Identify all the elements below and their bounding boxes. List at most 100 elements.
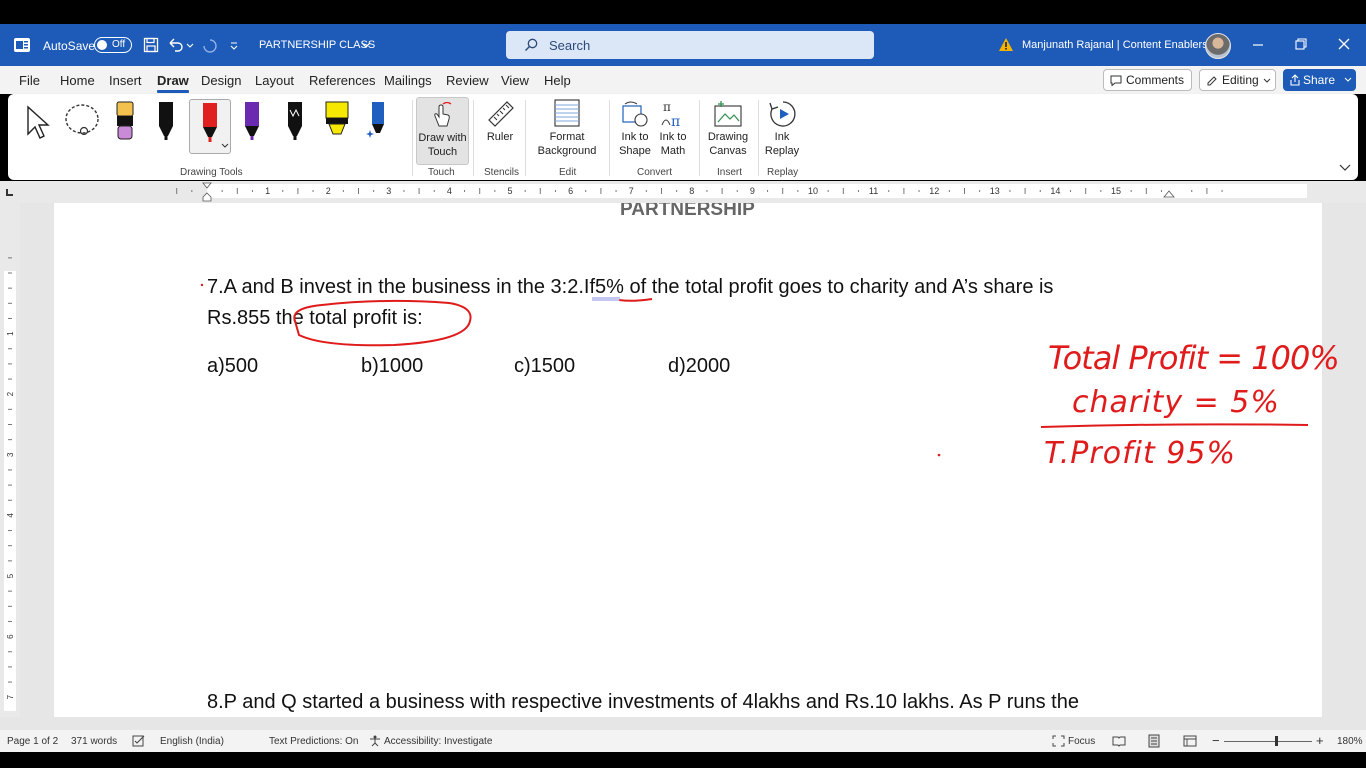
tab-layout[interactable]: Layout xyxy=(255,73,294,88)
accessibility-status[interactable]: Accessibility: Investigate xyxy=(384,736,492,747)
pen-black-icon[interactable] xyxy=(155,100,177,142)
pen-red-icon xyxy=(203,103,217,142)
pen-blue-sparkle-icon[interactable] xyxy=(366,100,390,142)
svg-text:π: π xyxy=(663,100,671,114)
ink-replay-label-1[interactable]: Ink xyxy=(762,130,802,144)
text-predictions[interactable]: Text Predictions: On xyxy=(269,736,358,747)
ruler-icon[interactable] xyxy=(486,100,516,128)
ink-to-math-label-2[interactable]: Math xyxy=(653,144,693,158)
eraser-pen-icon[interactable] xyxy=(114,100,136,142)
pen-galaxy-icon[interactable] xyxy=(284,100,306,142)
web-layout-icon[interactable] xyxy=(1183,735,1197,747)
title-bar: AutoSave Off PARTNERSHIP CLASS Search Ma… xyxy=(0,24,1366,66)
ink-circle-around-total-profit xyxy=(293,299,472,347)
undo-icon[interactable] xyxy=(167,37,195,53)
minimize-icon[interactable] xyxy=(1252,39,1264,51)
ink-divider-line xyxy=(1040,423,1309,428)
tab-view[interactable]: View xyxy=(501,73,529,88)
pen-purple-icon[interactable] xyxy=(241,100,263,142)
tab-references[interactable]: References xyxy=(309,73,375,88)
ink-to-shape-icon[interactable] xyxy=(621,100,649,128)
tab-draw[interactable]: Draw xyxy=(157,73,189,93)
format-background-icon[interactable] xyxy=(554,99,580,127)
ink-to-shape-label-1[interactable]: Ink to xyxy=(615,130,655,144)
tab-review[interactable]: Review xyxy=(446,73,489,88)
document-title[interactable]: PARTNERSHIP CLASS xyxy=(259,39,375,51)
ruler-number: 6 xyxy=(568,186,573,196)
ruler-number: 4 xyxy=(6,513,15,518)
share-button[interactable]: Share xyxy=(1283,69,1356,91)
restore-icon[interactable] xyxy=(1295,38,1307,50)
tab-help[interactable]: Help xyxy=(544,73,571,88)
ink-to-math-icon[interactable]: π π xyxy=(660,99,686,129)
draw-with-touch-button[interactable]: Draw with Touch xyxy=(416,97,469,165)
pen-red-selected[interactable] xyxy=(189,99,231,154)
ink-replay-icon[interactable] xyxy=(768,99,798,129)
search-box[interactable]: Search xyxy=(506,31,874,59)
tab-insert[interactable]: Insert xyxy=(109,73,142,88)
word-count[interactable]: 371 words xyxy=(71,736,117,747)
ink-replay-label-2[interactable]: Replay xyxy=(762,144,802,158)
language[interactable]: English (India) xyxy=(160,736,224,747)
focus-label[interactable]: Focus xyxy=(1068,736,1095,747)
pencil-icon xyxy=(1207,76,1217,86)
zoom-slider-track[interactable] xyxy=(1224,741,1312,742)
tab-design[interactable]: Design xyxy=(201,73,241,88)
tab-file[interactable]: File xyxy=(19,73,40,88)
chevron-down-icon xyxy=(221,143,229,148)
right-indent-marker-icon[interactable] xyxy=(1163,189,1175,201)
comments-button[interactable]: Comments xyxy=(1103,69,1192,91)
collapse-ribbon-icon[interactable] xyxy=(1339,164,1351,172)
indent-marker-icon[interactable] xyxy=(201,181,213,203)
vertical-ruler[interactable]: 1 2 3 4 5 6 7 xyxy=(0,203,20,717)
chevron-down-icon xyxy=(1344,77,1352,82)
zoom-slider-thumb[interactable] xyxy=(1275,736,1278,746)
tab-home[interactable]: Home xyxy=(60,73,95,88)
tab-mailings[interactable]: Mailings xyxy=(384,73,432,88)
format-background-label-1[interactable]: Format xyxy=(527,130,607,144)
print-layout-icon[interactable] xyxy=(1147,734,1161,748)
ink-to-shape-label-2[interactable]: Shape xyxy=(615,144,655,158)
accessibility-icon[interactable] xyxy=(369,735,381,747)
drawing-canvas-icon[interactable] xyxy=(713,100,743,128)
proofing-icon[interactable] xyxy=(132,735,146,747)
zoom-level[interactable]: 180% xyxy=(1337,736,1363,747)
group-separator xyxy=(609,100,610,176)
editing-mode-button[interactable]: Editing xyxy=(1199,69,1276,91)
autosave-toggle[interactable]: Off xyxy=(94,37,132,53)
toggle-knob xyxy=(97,40,107,50)
ruler-number: 11 xyxy=(869,186,878,196)
drawing-canvas-label-2[interactable]: Canvas xyxy=(702,144,754,158)
redo-icon[interactable] xyxy=(201,37,219,53)
read-mode-icon[interactable] xyxy=(1112,735,1126,747)
customize-toolbar-icon[interactable] xyxy=(229,40,239,50)
ink-to-math-label-1[interactable]: Ink to xyxy=(653,130,693,144)
document-page[interactable]: PARTNERSHIP 7.A and B invest in the busi… xyxy=(54,203,1340,717)
ruler-label[interactable]: Ruler xyxy=(480,130,520,144)
highlighter-yellow-icon[interactable] xyxy=(323,100,351,142)
lasso-select-icon[interactable] xyxy=(63,102,103,140)
warning-icon[interactable] xyxy=(998,37,1014,52)
group-separator xyxy=(473,100,474,176)
group-separator xyxy=(699,100,700,176)
focus-icon[interactable] xyxy=(1052,735,1065,747)
horizontal-ruler[interactable]: 1 2 3 4 5 6 7 8 9 10 11 12 13 14 15 xyxy=(0,181,1366,203)
zoom-in-button[interactable]: + xyxy=(1316,733,1324,748)
close-icon[interactable] xyxy=(1338,38,1350,50)
format-background-label-2[interactable]: Background xyxy=(527,144,607,158)
drawing-canvas-label-1[interactable]: Drawing xyxy=(702,130,754,144)
ink-dot xyxy=(200,283,204,287)
user-name[interactable]: Manjunath Rajanal | Content Enablers xyxy=(1022,39,1208,51)
chevron-down-icon[interactable] xyxy=(361,41,371,49)
ribbon: Drawing Tools Draw with Touch Touch Rule… xyxy=(8,94,1358,180)
avatar[interactable] xyxy=(1205,33,1231,59)
ruler-number: 5 xyxy=(6,573,15,578)
select-objects-icon[interactable] xyxy=(24,104,52,142)
save-icon[interactable] xyxy=(143,37,159,53)
share-icon xyxy=(1290,74,1300,86)
group-replay: Replay xyxy=(767,167,799,178)
page-count[interactable]: Page 1 of 2 xyxy=(7,736,58,747)
search-icon xyxy=(525,38,538,51)
zoom-out-button[interactable]: − xyxy=(1212,733,1220,748)
ruler-number: 10 xyxy=(808,186,818,196)
